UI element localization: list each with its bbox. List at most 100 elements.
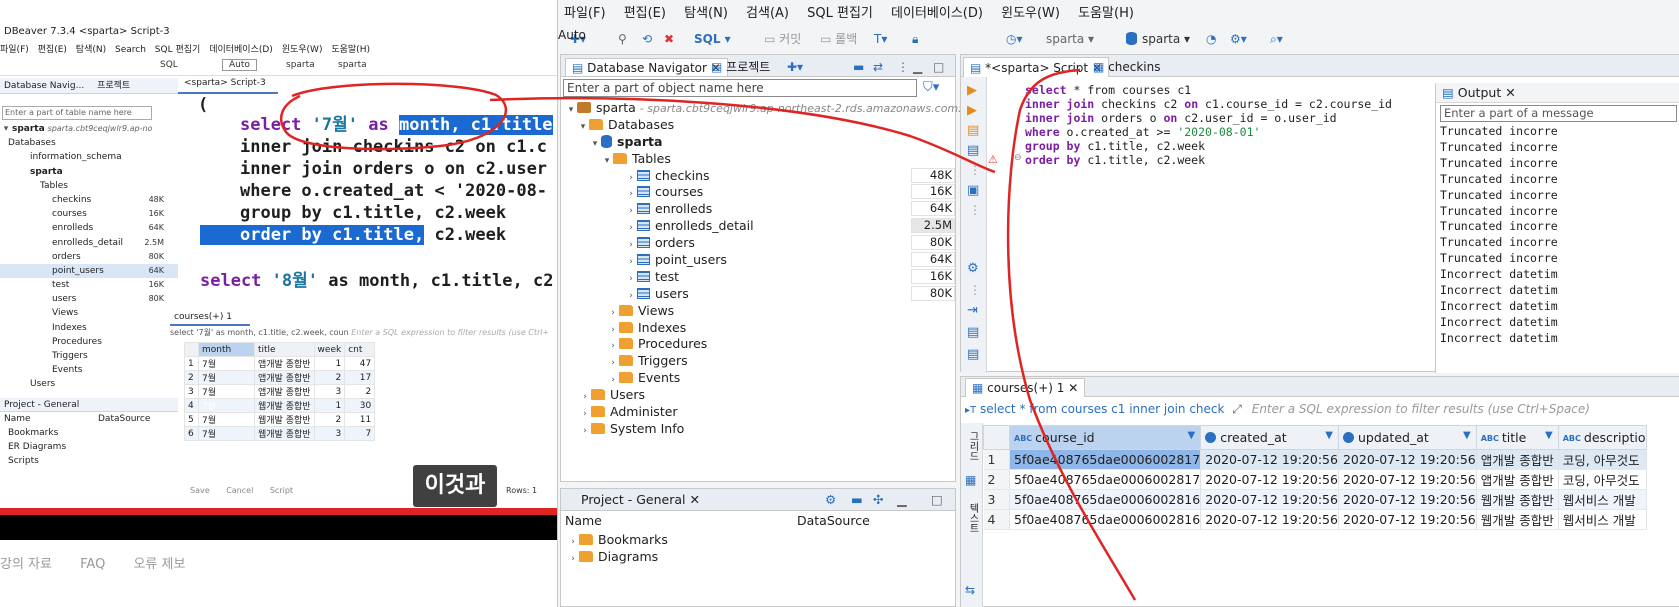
tree-item-users[interactable]: › Users [561, 386, 957, 403]
project-minimize-icon[interactable]: ▁ [897, 489, 907, 511]
left-tree-connection[interactable]: ▾ sparta sparta.cbt9ceqjwlr9.ap-no [0, 122, 178, 136]
sort-icon[interactable]: ▼ [1325, 430, 1333, 441]
expand-icon[interactable]: ⤢ [1232, 402, 1242, 416]
tree-item-events[interactable]: › Events [561, 369, 957, 386]
column-header-course-id[interactable]: ABC course_id ▼ [1008, 425, 1202, 450]
output-header[interactable]: ▤ Output ✕ [1436, 83, 1679, 103]
tree-item-databases[interactable]: ▾ Databases [561, 116, 957, 133]
project-header[interactable]: Project - General ✕ ⚙ ▬ ✣ ▁ □ [561, 489, 955, 511]
execute-statement-icon[interactable]: ▶ [967, 83, 977, 98]
project-link-icon[interactable]: ✣ [873, 489, 883, 511]
tree-item-triggers[interactable]: › Triggers [561, 352, 957, 369]
menu-search[interactable]: 검색(A) [746, 6, 789, 21]
menu-sql-editor[interactable]: SQL 편집기 [807, 6, 873, 21]
fold-toggle-icon[interactable]: ⊖ [1014, 153, 1022, 163]
grid-view-icon[interactable]: ▦ [965, 473, 976, 487]
footer-link-faq[interactable]: FAQ [80, 557, 105, 572]
tree-item-procedures[interactable]: › Procedures [561, 335, 957, 352]
left-tree-item[interactable]: Users [0, 377, 178, 391]
left-menu-file[interactable]: 파일(F) [0, 45, 29, 55]
left-tree-item[interactable]: Views [0, 306, 178, 320]
left-auto-commit-field[interactable]: Auto [222, 59, 257, 71]
project-item-bookmarks[interactable]: › Bookmarks [561, 531, 955, 548]
left-menu-help[interactable]: 도움말(H) [331, 45, 370, 55]
left-menu-sql-editor[interactable]: SQL 편집기 [155, 45, 201, 55]
left-tree-item[interactable]: Events [0, 363, 178, 377]
left-schema-selector[interactable]: sparta [338, 60, 367, 70]
table-row[interactable]: 4 5f0ae408765dae0006002816 2020-07-12 19:2… [983, 509, 1647, 530]
left-result-grid[interactable]: month title week cnt 1 7월 앱개발 종합반 1 47 2 7월 앱개… [184, 342, 376, 441]
left-menu-search[interactable]: Search [115, 45, 146, 55]
sql-code-area[interactable]: select *​ from courses c1inner join chec… [1025, 83, 1392, 167]
tree-table-users[interactable]: › users 80K [561, 285, 957, 302]
tree-item-views[interactable]: › Views [561, 302, 957, 319]
left-tab-database-navigator[interactable]: Database Navig... [4, 81, 84, 91]
console-icon[interactable]: ▣ [967, 183, 979, 198]
text-view-tab[interactable]: 텍스트 [965, 503, 980, 533]
menu-database[interactable]: 데이터베이스(D) [891, 6, 983, 21]
view-menu-icon[interactable]: ⋮ [897, 58, 909, 76]
table-row[interactable]: 2 5f0ae408765dae0006002817 2020-07-12 19:2… [983, 469, 1647, 490]
left-tree-item[interactable]: Databases [0, 136, 178, 150]
grid-view-tab[interactable]: 그리드 [965, 431, 980, 461]
left-project-header[interactable]: Project - General [0, 398, 178, 412]
video-progress-bar[interactable] [0, 508, 597, 515]
left-grid-header[interactable]: week [313, 342, 346, 357]
tree-table-enrolleds-detail[interactable]: › enrolleds_detail 2.5M [561, 217, 957, 234]
table-row[interactable]: 3 7월 앱개발 종합반 3 2 [184, 384, 376, 399]
footer-link-report[interactable]: 오류 제보 [133, 557, 185, 572]
export-icon[interactable]: ⇥ [967, 303, 978, 318]
left-save-button[interactable]: Save [190, 486, 210, 495]
settings-gear-icon[interactable]: ⚙ [967, 261, 979, 276]
left-sql-button[interactable]: SQL [160, 60, 178, 70]
execute-in-new-tab-icon[interactable]: ▶ [967, 103, 977, 118]
column-header-created-at[interactable]: created_at ▼ [1200, 425, 1339, 450]
table-row[interactable]: 1 7월 앱개발 종합반 1 47 [184, 356, 376, 371]
table-row[interactable]: 1 5f0ae408765dae0006002817 2020-07-12 19:2… [983, 449, 1647, 470]
left-tree-table[interactable]: users 80K [0, 292, 178, 306]
import-icon[interactable]: ▤ [967, 325, 979, 340]
left-menu-window[interactable]: 윈도우(W) [282, 45, 323, 55]
menu-window[interactable]: 윈도우(W) [1001, 6, 1060, 21]
left-grid-header[interactable]: title [254, 342, 315, 357]
left-script-button[interactable]: Script [270, 486, 293, 495]
result-filter-input[interactable]: Enter a SQL expression to filter results… [1252, 402, 1590, 416]
left-cancel-button[interactable]: Cancel [226, 486, 253, 495]
new-item-icon[interactable]: ✚▾ [787, 58, 803, 76]
left-tree-item[interactable]: sparta [0, 165, 178, 179]
panels-icon[interactable]: ⇆ [965, 583, 975, 597]
output-filter-input[interactable]: Enter a part of a message [1440, 105, 1677, 122]
left-tree-table[interactable]: test 16K [0, 278, 178, 292]
left-menu-navigate[interactable]: 탐색(N) [76, 45, 106, 55]
menu-edit[interactable]: 편집(E) [624, 6, 666, 21]
tree-item-indexes[interactable]: › Indexes [561, 319, 957, 336]
left-project-item[interactable]: Scripts [0, 454, 178, 468]
project-settings-icon[interactable]: ⚙ [825, 489, 836, 511]
table-row[interactable]: 6 7월 웹개발 종합반 3 7 [184, 426, 376, 441]
results-grid[interactable]: ABC course_id ▼ created_at ▼ updated_at ▼ AB… [983, 425, 1647, 530]
filter-funnel-icon[interactable]: ⛉▾ [923, 80, 939, 95]
column-header-updated-at[interactable]: updated_at ▼ [1337, 425, 1477, 450]
left-grid-header[interactable]: month [198, 342, 255, 357]
left-grid-header[interactable]: cnt [344, 342, 376, 357]
left-tree-table[interactable]: enrolleds_detail 2.5M [0, 236, 178, 250]
tree-item-tables[interactable]: ▾ Tables [561, 150, 957, 167]
tree-connection-sparta[interactable]: ▾ sparta - sparta.cbt9ceqjwlr9.ap-northea… [561, 99, 990, 116]
left-tree-table[interactable]: enrolleds 64K [0, 221, 178, 235]
table-row[interactable]: 3 5f0ae408765dae0006002816 2020-07-12 19:2… [983, 489, 1647, 510]
left-menu-database[interactable]: 데이터베이스(D) [209, 45, 273, 55]
navigator-filter-input[interactable]: Enter a part of object name here [563, 79, 917, 97]
table-row[interactable]: 2 7월 앱개발 종합반 2 17 [184, 370, 376, 385]
left-sql-editor[interactable]: ( select '7월' as month, c1.title inner j… [178, 94, 597, 304]
left-tree-table[interactable]: checkins 48K [0, 193, 178, 207]
execute-script-icon[interactable]: ▤ [967, 123, 979, 138]
results-filter-bar[interactable]: ▸T select * from courses c1 inner join c… [961, 399, 1679, 419]
tree-table-test[interactable]: › test 16K [561, 268, 957, 285]
chevron-right-icon[interactable]: › [567, 551, 579, 568]
sort-icon[interactable]: ▼ [1545, 430, 1553, 441]
table-row[interactable]: 4 7월 웹개발 종합반 1 30 [184, 398, 376, 413]
left-tree-item[interactable]: Triggers [0, 349, 178, 363]
more-options-icon[interactable]: ⋮ [969, 163, 981, 177]
tab-sparta-script[interactable]: ▤ *<sparta> Script ✕ [963, 57, 1109, 77]
left-editor-tab[interactable]: <sparta> Script-3 [178, 78, 278, 94]
